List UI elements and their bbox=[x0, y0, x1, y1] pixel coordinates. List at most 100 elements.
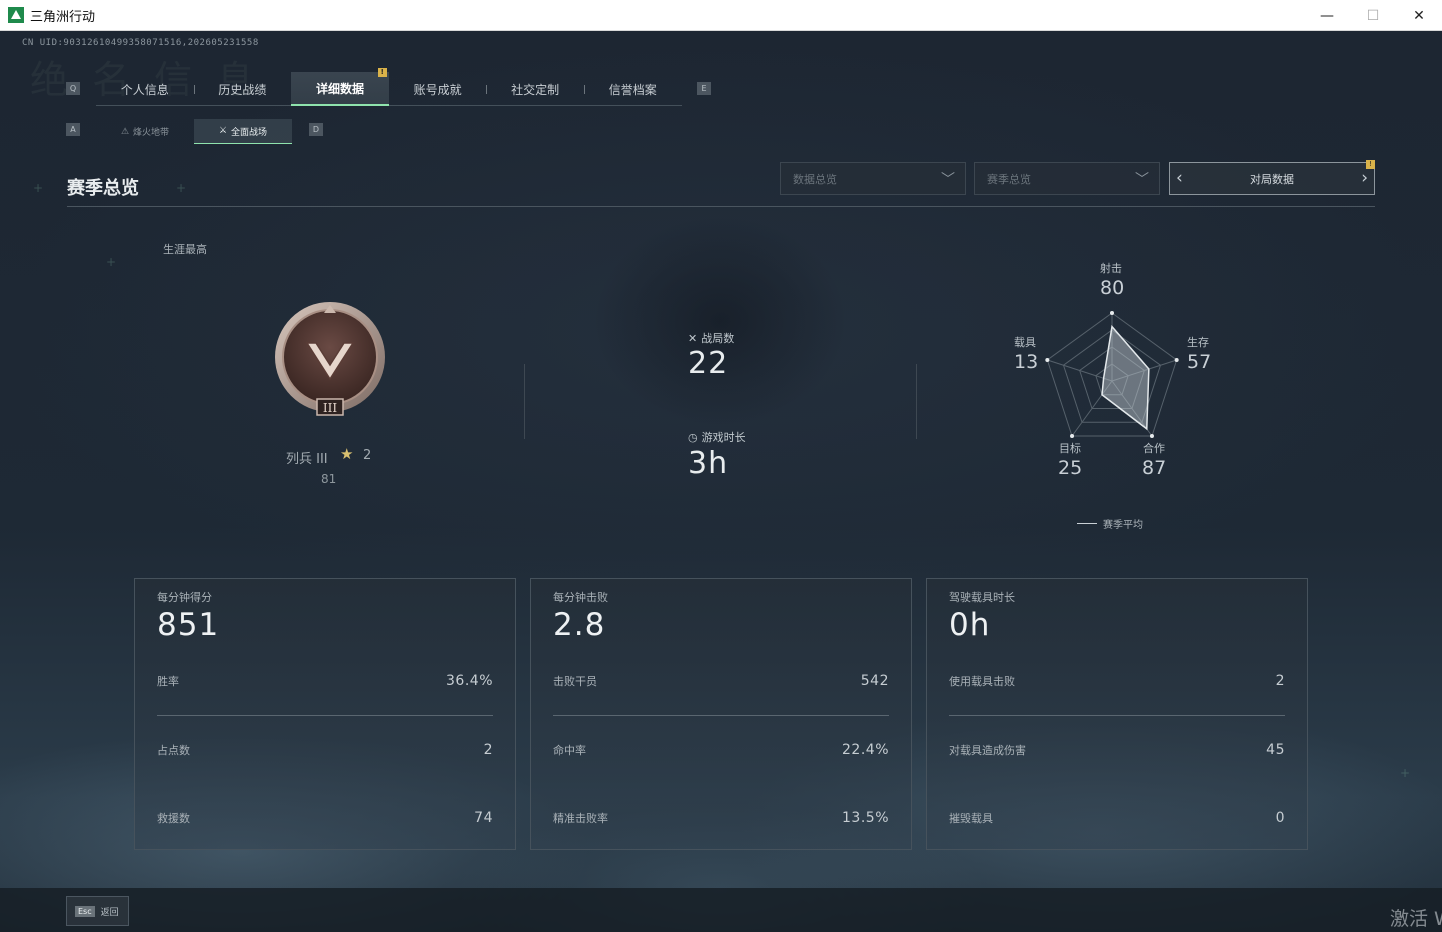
playtime-value: 3h bbox=[688, 446, 729, 481]
rank-medal-icon: III bbox=[275, 302, 385, 416]
radar-axis-label: 射击 bbox=[1100, 262, 1122, 275]
tab-achievements[interactable]: 账号成就 bbox=[389, 72, 487, 106]
stat-row-label: 精准击败率 bbox=[553, 812, 608, 825]
card-title: 每分钟得分 bbox=[157, 591, 212, 604]
stat-card-kills: 每分钟击败 2.8 击败干员 542 命中率 22.4% 精准击败率 13.5% bbox=[530, 578, 912, 850]
card-main-value: 2.8 bbox=[553, 607, 606, 643]
stat-row-label: 胜率 bbox=[157, 675, 179, 688]
stat-row-label: 对载具造成伤害 bbox=[949, 744, 1026, 757]
match-data-navigator[interactable]: ‹ 对局数据 › ! bbox=[1169, 160, 1375, 195]
subtab-operations[interactable]: ⚠ 烽火地带 bbox=[96, 119, 194, 144]
card-main-value: 0h bbox=[949, 607, 991, 643]
card-title: 驾驶载具时长 bbox=[949, 591, 1015, 604]
legend-label: 赛季平均 bbox=[1103, 520, 1143, 531]
playtime-label-text: 游戏时长 bbox=[701, 431, 746, 444]
app-logo-icon bbox=[8, 7, 24, 23]
subtab-label: 全面战场 bbox=[231, 127, 268, 138]
section-title: 赛季总览 bbox=[67, 178, 139, 199]
tab-personal-info[interactable]: 个人信息 bbox=[96, 72, 194, 106]
uid-text: CN UID:9031261049935807151​6,20260523155… bbox=[22, 38, 259, 48]
tab-social-custom[interactable]: 社交定制 bbox=[486, 72, 584, 106]
vertical-divider bbox=[524, 364, 525, 439]
clock-icon: ◷ bbox=[688, 430, 698, 444]
data-overview-dropdown[interactable]: 数据总览 ﹀ bbox=[780, 162, 966, 195]
playtime-label: ◷ 游戏时长 bbox=[688, 429, 746, 445]
card-main-value: 851 bbox=[157, 607, 220, 643]
back-button[interactable]: Esc 返回 bbox=[66, 896, 129, 926]
stat-row-label: 命中率 bbox=[553, 744, 586, 757]
stat-row-value: 2 bbox=[1275, 673, 1285, 689]
radar-axis-dot bbox=[1070, 434, 1075, 439]
tab-label: 详细数据 bbox=[315, 81, 364, 96]
tab-reputation[interactable]: 信誉档案 bbox=[583, 72, 682, 106]
crosshair-decoration-icon: + bbox=[1400, 766, 1411, 780]
chevron-down-icon: ﹀ bbox=[1135, 172, 1149, 188]
card-divider bbox=[553, 715, 889, 716]
tab-prev-key-hint[interactable]: Q bbox=[66, 82, 80, 95]
subtab-prev-key-hint[interactable]: A bbox=[66, 123, 80, 136]
crosshair-decoration-icon: + bbox=[33, 181, 44, 195]
stat-row-label: 救援数 bbox=[157, 812, 190, 825]
notification-badge: ! bbox=[377, 68, 387, 77]
stat-row-value: 45 bbox=[1266, 742, 1285, 758]
subtab-next-key-hint[interactable]: D bbox=[309, 123, 323, 136]
maximize-button[interactable]: ☐ bbox=[1350, 0, 1396, 31]
rank-points: 81 bbox=[321, 472, 337, 486]
radar-axis-dot bbox=[1149, 434, 1154, 439]
main-tab-bar: 个人信息 历史战绩 详细数据 ! 账号成就 社交定制 信誉档案 bbox=[96, 68, 682, 106]
window-titlebar: 三角洲行动 — ☐ ✕ bbox=[0, 0, 1442, 31]
stat-row-value: 13.5% bbox=[842, 810, 889, 826]
stat-row-value: 542 bbox=[860, 673, 889, 689]
season-overview-dropdown[interactable]: 赛季总览 ﹀ bbox=[974, 162, 1160, 195]
career-highest-label: 生涯最高 bbox=[163, 243, 207, 256]
match-nav-label: 对局数据 bbox=[1250, 172, 1294, 186]
back-label: 返回 bbox=[100, 907, 119, 918]
stat-row-value: 22.4% bbox=[842, 742, 889, 758]
matches-label: ✕ 战局数 bbox=[688, 330, 734, 346]
vertical-divider bbox=[916, 364, 917, 439]
radar-axis-label: 目标 bbox=[1059, 442, 1081, 455]
radar-legend: 赛季平均 bbox=[1077, 516, 1143, 531]
subtab-warfare[interactable]: ⚔ 全面战场 bbox=[194, 119, 292, 144]
card-divider bbox=[949, 715, 1285, 716]
stat-row-value: 2 bbox=[483, 742, 493, 758]
legend-line-icon bbox=[1077, 523, 1097, 524]
game-viewport: 绝 名 信 息 CN UID:9031261049935807151​6,202… bbox=[0, 31, 1442, 932]
section-divider bbox=[67, 206, 1375, 207]
bottom-bar bbox=[0, 888, 1442, 932]
tab-next-key-hint[interactable]: E bbox=[697, 82, 711, 95]
radar-axis-label: 生存 bbox=[1187, 336, 1209, 349]
radar-axis-value: 25 bbox=[1058, 457, 1083, 479]
radar-axis-label: 载具 bbox=[1014, 336, 1036, 349]
tab-label: 账号成就 bbox=[413, 82, 462, 97]
dropdown-label: 赛季总览 bbox=[987, 172, 1031, 186]
stat-card-vehicle: 驾驶载具时长 0h 使用载具击败 2 对载具造成伤害 45 摧毁载具 0 bbox=[926, 578, 1308, 850]
dropdown-label: 数据总览 bbox=[793, 172, 837, 186]
stat-row-value: 0 bbox=[1275, 810, 1285, 826]
notification-badge: ! bbox=[1366, 160, 1375, 169]
tab-detailed-data[interactable]: 详细数据 ! bbox=[291, 68, 389, 106]
card-divider bbox=[157, 715, 493, 716]
warning-zone-icon: ⚠ bbox=[120, 126, 130, 137]
stat-row-label: 使用载具击败 bbox=[949, 675, 1015, 688]
tab-history[interactable]: 历史战绩 bbox=[193, 72, 292, 106]
close-button[interactable]: ✕ bbox=[1396, 0, 1442, 31]
stat-row-label: 占点数 bbox=[157, 744, 190, 757]
crosshair-decoration-icon: + bbox=[106, 255, 117, 269]
subtab-label: 烽火地带 bbox=[133, 128, 170, 138]
chevron-left-icon[interactable]: ‹ bbox=[1176, 168, 1183, 188]
crossed-swords-icon: ✕ bbox=[688, 331, 698, 345]
chevron-right-icon[interactable]: › bbox=[1361, 168, 1368, 188]
crosshair-decoration-icon: + bbox=[176, 181, 187, 195]
stat-row-value: 36.4% bbox=[446, 673, 493, 689]
radar-axis-dot bbox=[1045, 357, 1050, 362]
radar-axis-value: 13 bbox=[1014, 351, 1039, 373]
tab-label: 历史战绩 bbox=[218, 82, 267, 97]
radar-axis-dot bbox=[1110, 311, 1114, 315]
minimize-button[interactable]: — bbox=[1304, 0, 1350, 31]
radar-value-area bbox=[1101, 324, 1150, 431]
window-title: 三角洲行动 bbox=[30, 9, 96, 25]
esc-key-hint: Esc bbox=[75, 905, 95, 917]
stat-row-label: 击败干员 bbox=[553, 675, 597, 688]
radar-axis-dot bbox=[1174, 357, 1179, 362]
